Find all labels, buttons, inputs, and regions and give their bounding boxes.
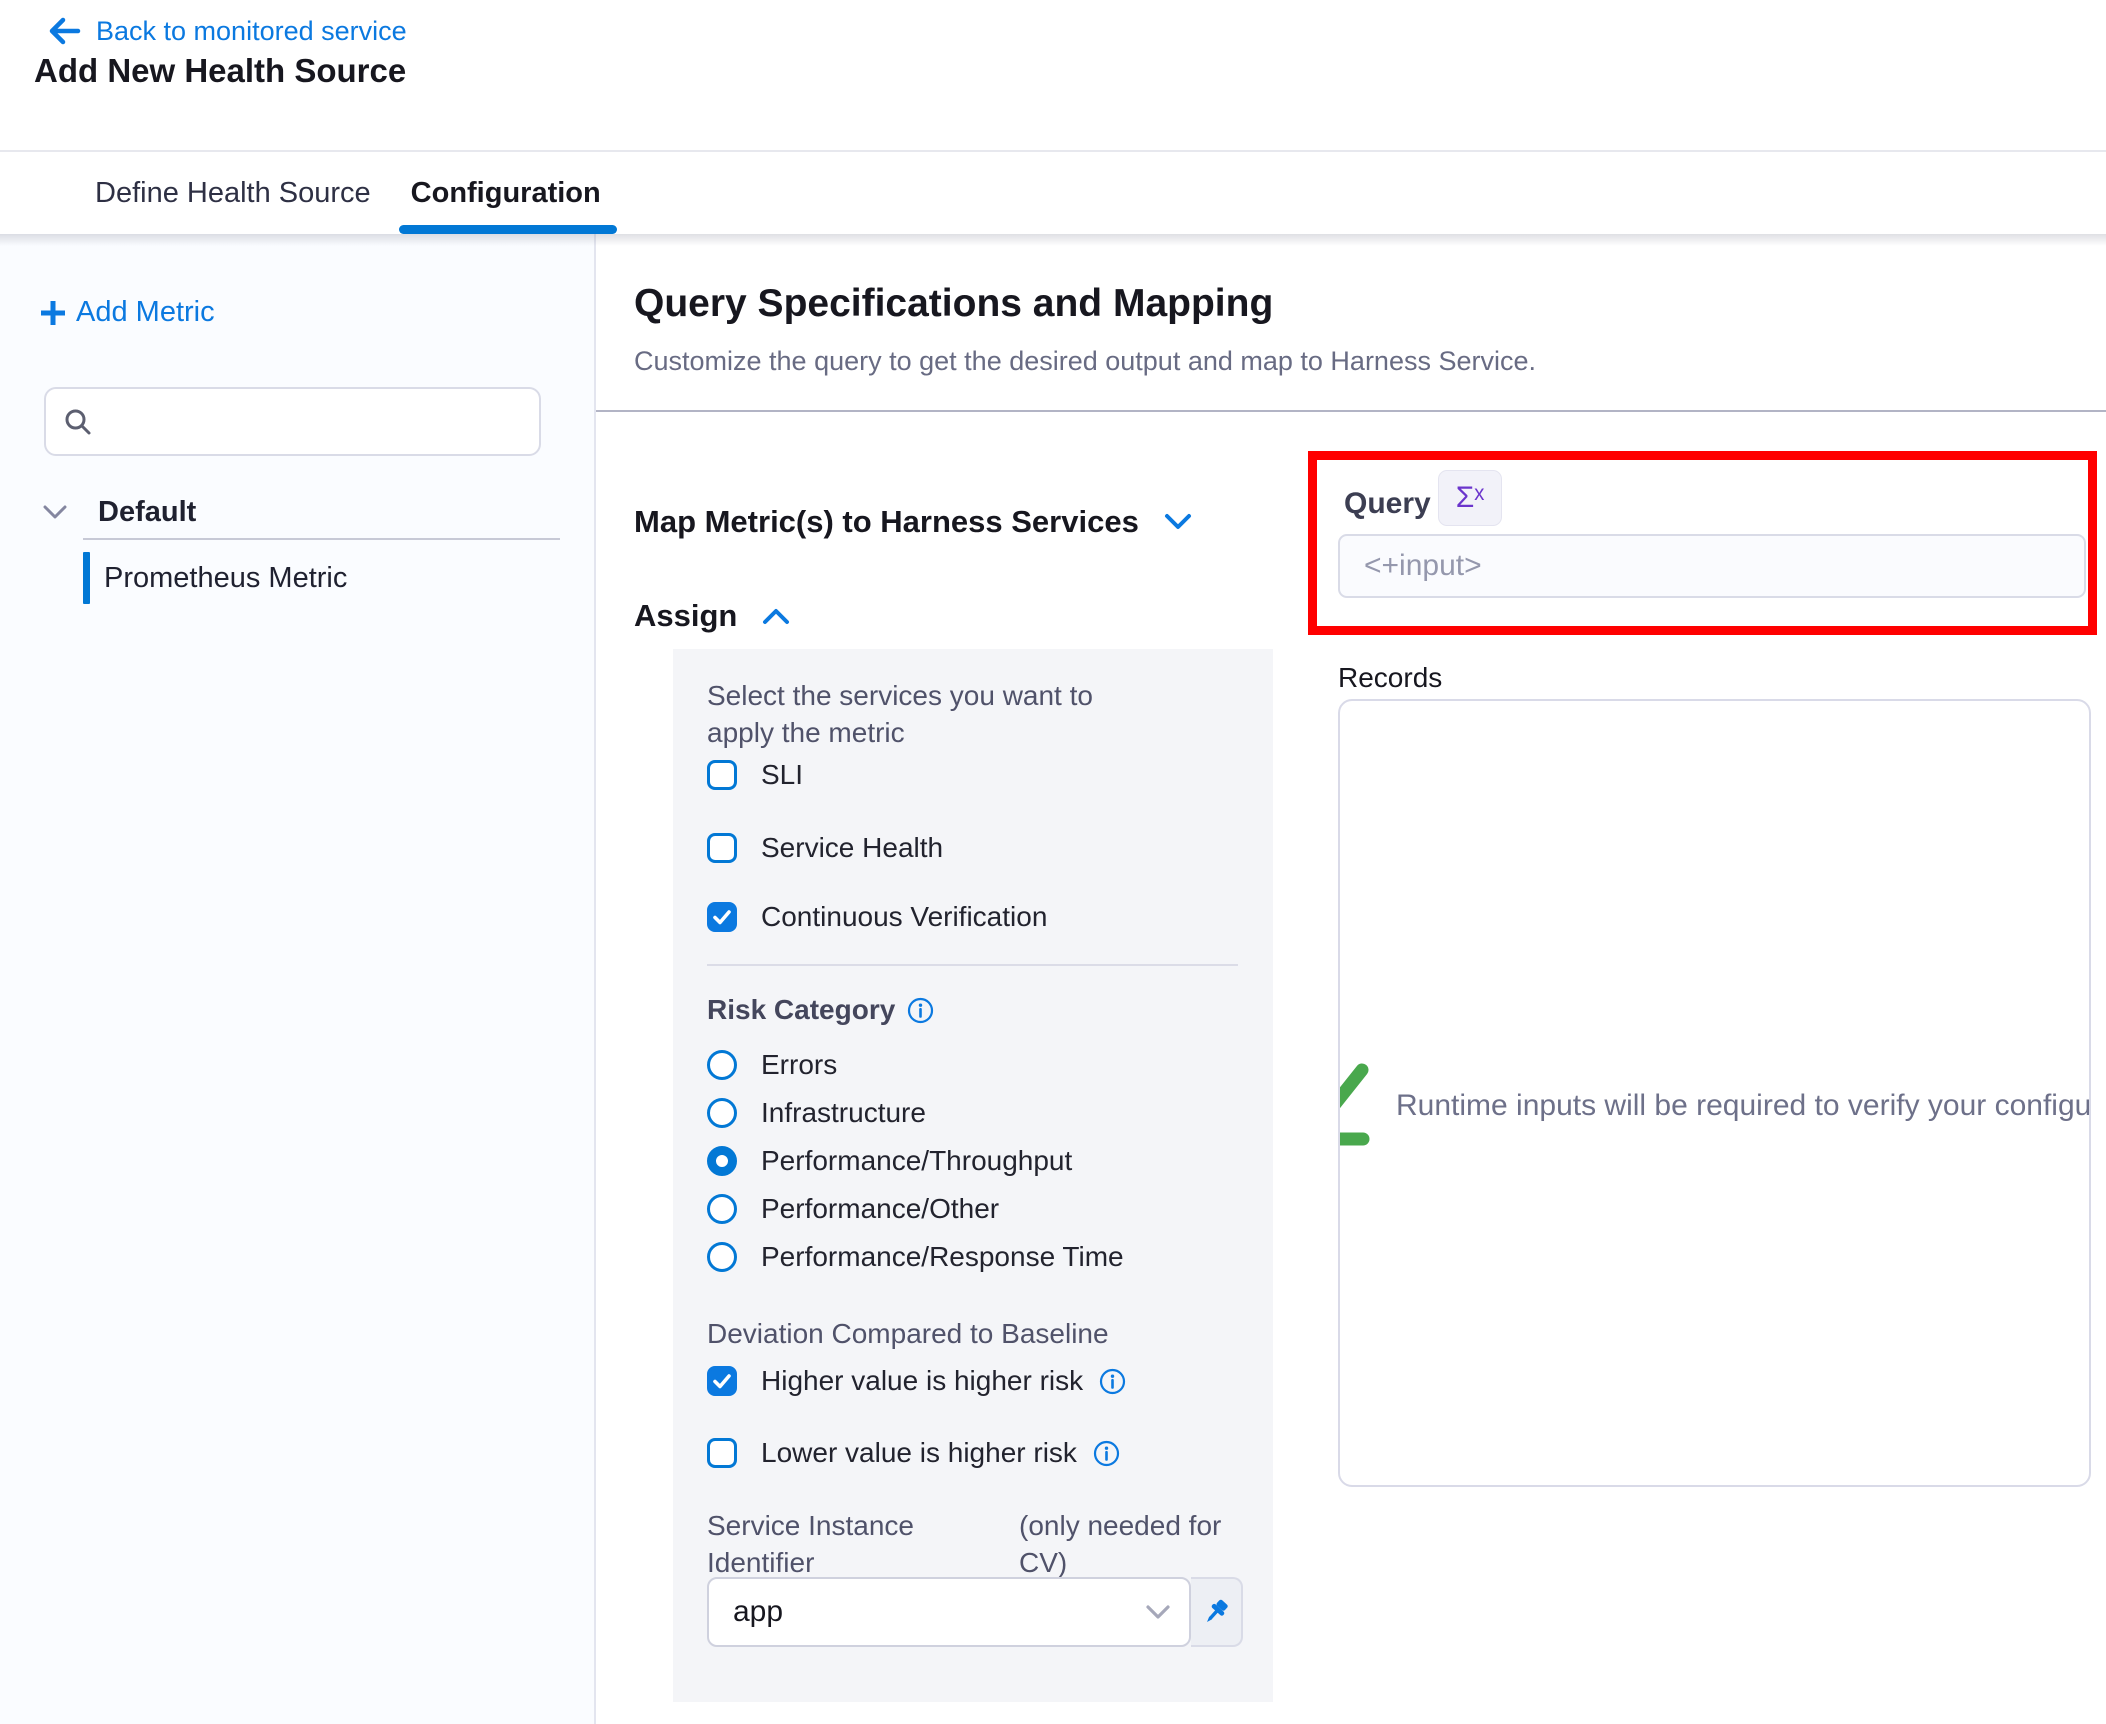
records-panel: Runtime inputs will be required to verif… xyxy=(1338,699,2091,1487)
radio-row-infrastructure[interactable]: Infrastructure xyxy=(707,1097,926,1129)
map-metrics-accordion[interactable]: Map Metric(s) to Harness Services xyxy=(634,504,1193,540)
service-instance-identifier-label: Service Instance Identifier xyxy=(707,1507,914,1581)
query-runtime-token: <+input> xyxy=(1364,549,1482,583)
selected-indicator xyxy=(83,552,90,604)
radio-icon xyxy=(707,1242,737,1272)
search-icon xyxy=(62,406,94,438)
check-icon xyxy=(1340,1063,1382,1149)
checkbox-label: SLI xyxy=(761,759,803,791)
services-select-label: Select the services you want to apply th… xyxy=(707,677,1157,751)
tab-configuration[interactable]: Configuration xyxy=(411,152,601,234)
pin-button[interactable] xyxy=(1191,1577,1243,1647)
radio-row-errors[interactable]: Errors xyxy=(707,1049,837,1081)
query-input[interactable]: <+input> xyxy=(1338,534,2086,598)
records-message-row: Runtime inputs will be required to verif… xyxy=(1340,1061,2091,1151)
service-instance-dropdown[interactable]: app xyxy=(707,1577,1191,1647)
radio-icon xyxy=(707,1146,737,1176)
group-divider xyxy=(83,538,560,540)
radio-row-performance-throughput[interactable]: Performance/Throughput xyxy=(707,1145,1072,1177)
checkbox-icon xyxy=(707,1438,737,1468)
checkbox-row-service-health[interactable]: Service Health xyxy=(707,832,943,864)
metric-group-label: Default xyxy=(98,496,196,529)
chevron-up-icon xyxy=(761,606,791,626)
add-metric-button[interactable]: Add Metric xyxy=(38,296,215,329)
sidebar-item-prometheus-metric[interactable]: Prometheus Metric xyxy=(0,550,594,606)
metrics-sidebar: Add Metric Default Prometheus Metric xyxy=(0,232,596,1724)
checkbox-label: Lower value is higher risk xyxy=(761,1437,1077,1469)
metric-search xyxy=(44,387,541,456)
map-metrics-label: Map Metric(s) to Harness Services xyxy=(634,504,1139,540)
checkbox-row-continuous-verification[interactable]: Continuous Verification xyxy=(707,901,1047,933)
back-link[interactable]: Back to monitored service xyxy=(46,14,407,48)
checkbox-icon xyxy=(707,760,737,790)
checkbox-row-higher-value[interactable]: Higher value is higher risk xyxy=(707,1365,1126,1397)
tab-bar: Define Health Source Configuration xyxy=(0,150,2106,234)
radio-label: Infrastructure xyxy=(761,1097,926,1129)
checkbox-row-lower-value[interactable]: Lower value is higher risk xyxy=(707,1437,1120,1469)
checkbox-row-sli[interactable]: SLI xyxy=(707,759,803,791)
checkbox-icon xyxy=(707,902,737,932)
assign-label: Assign xyxy=(634,598,737,634)
records-label: Records xyxy=(1338,662,1442,694)
chevron-down-icon xyxy=(1145,1604,1171,1620)
page-header: Back to monitored service Add New Health… xyxy=(0,0,2106,150)
radio-label: Errors xyxy=(761,1049,837,1081)
risk-category-header: Risk Category xyxy=(707,994,934,1026)
radio-icon xyxy=(707,1194,737,1224)
chevron-down-icon xyxy=(42,503,68,521)
dropdown-value: app xyxy=(733,1595,1145,1629)
add-metric-label: Add Metric xyxy=(76,296,215,329)
pin-icon xyxy=(1201,1597,1231,1627)
search-input[interactable] xyxy=(106,405,539,438)
info-icon[interactable] xyxy=(907,997,934,1024)
deviation-label: Deviation Compared to Baseline xyxy=(707,1315,1109,1352)
radio-row-performance-response-time[interactable]: Performance/Response Time xyxy=(707,1241,1124,1273)
panel-divider xyxy=(707,964,1238,966)
radio-label: Performance/Response Time xyxy=(761,1241,1124,1273)
back-arrow-icon xyxy=(46,14,82,48)
expression-builder-button[interactable]: Σˣ xyxy=(1438,470,1502,526)
radio-icon xyxy=(707,1050,737,1080)
metric-item-label: Prometheus Metric xyxy=(104,562,347,595)
chevron-down-icon xyxy=(1163,512,1193,532)
assign-accordion[interactable]: Assign xyxy=(634,598,791,634)
info-icon[interactable] xyxy=(1099,1368,1126,1395)
service-instance-identifier-note: (only needed for CV) xyxy=(1019,1507,1221,1581)
back-link-label: Back to monitored service xyxy=(96,16,407,47)
plus-icon xyxy=(38,298,68,328)
section-subheading: Customize the query to get the desired o… xyxy=(634,346,1536,377)
query-label: Query xyxy=(1344,487,1431,521)
heading-divider xyxy=(596,410,2106,412)
main-content: Query Specifications and Mapping Customi… xyxy=(596,232,2106,1724)
tab-define-health-source[interactable]: Define Health Source xyxy=(95,152,371,234)
checkbox-label: Service Health xyxy=(761,832,943,864)
checkbox-label: Higher value is higher risk xyxy=(761,1365,1083,1397)
assign-panel: Select the services you want to apply th… xyxy=(673,649,1273,1702)
checkbox-icon xyxy=(707,1366,737,1396)
radio-row-performance-other[interactable]: Performance/Other xyxy=(707,1193,999,1225)
checkbox-icon xyxy=(707,833,737,863)
risk-category-label: Risk Category xyxy=(707,994,895,1026)
section-heading: Query Specifications and Mapping xyxy=(634,282,1273,326)
radio-label: Performance/Other xyxy=(761,1193,999,1225)
radio-label: Performance/Throughput xyxy=(761,1145,1072,1177)
page-title: Add New Health Source xyxy=(34,52,406,90)
checkbox-label: Continuous Verification xyxy=(761,901,1047,933)
radio-icon xyxy=(707,1098,737,1128)
metric-group-default[interactable]: Default xyxy=(0,490,594,534)
records-message: Runtime inputs will be required to verif… xyxy=(1396,1089,2091,1123)
info-icon[interactable] xyxy=(1093,1440,1120,1467)
